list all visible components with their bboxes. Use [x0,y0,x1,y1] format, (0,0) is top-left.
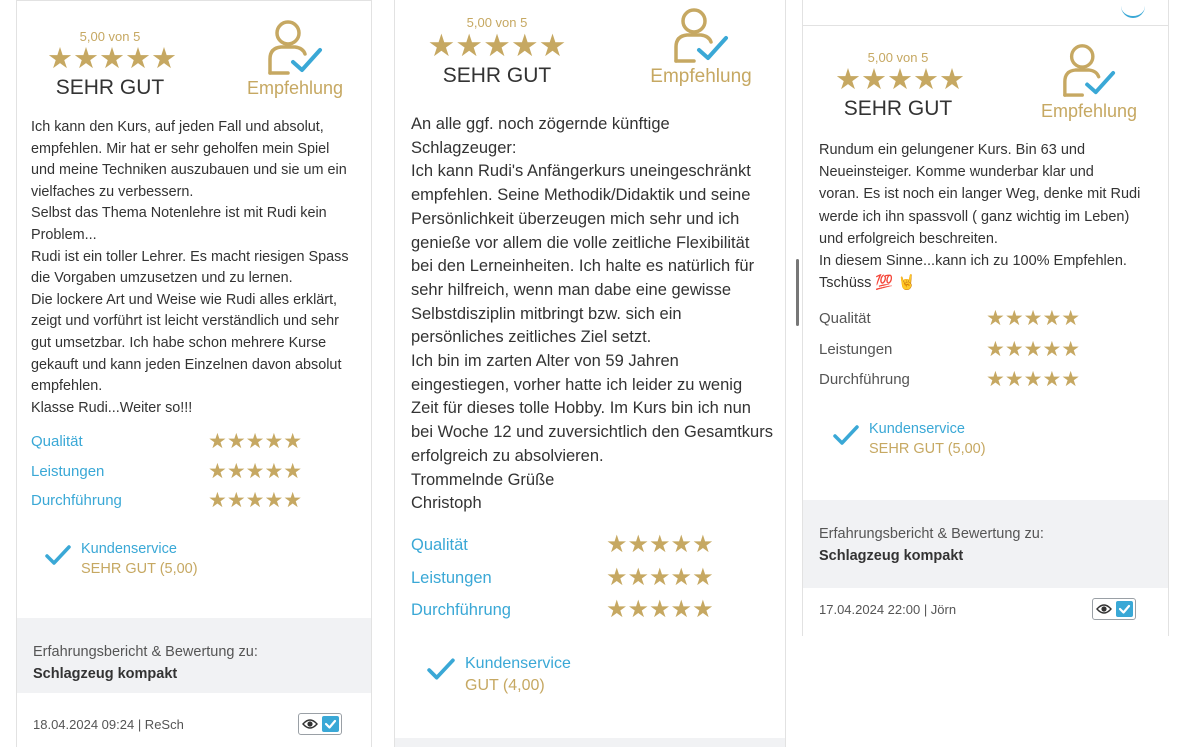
service-value: SEHR GUT (5,00) [869,441,986,457]
rating-label: SEHR GUT [442,64,552,87]
overall-rating: 5,00 von 5 ★★★★★ SEHR GUT [427,15,567,89]
criteria-list: Qualität ★★★★★ Leistungen ★★★★★ Durchfüh… [31,431,361,520]
criteria-label: Qualität [411,536,468,554]
criteria-row-durchfuehrung: Durchführung ★★★★★ [819,369,1158,400]
review-card: 5,00 von 5 ★★★★★ SEHR GUT Empfehlung An … [394,0,786,747]
rating-label: SEHR GUT [843,97,953,120]
criteria-label: Durchführung [411,601,511,619]
recommend-label: Empfehlung [246,78,344,98]
review-text: An alle ggf. noch zögernde künftige Schl… [411,115,773,513]
criteria-row-durchfuehrung: Durchführung ★★★★★ [31,490,361,520]
divider [803,25,1168,26]
service-value: GUT (4,00) [465,677,545,694]
service-value: SEHR GUT (5,00) [81,561,198,577]
reviews-page: 5,00 von 5 ★★★★★ SEHR GUT Empfehlung Ich… [0,0,1200,747]
criteria-row-leistungen: Leistungen ★★★★★ [411,563,775,599]
criteria-stars: ★★★★★ [208,430,303,453]
review-text: Ich kann den Kurs, auf jeden Fall und ab… [31,119,349,416]
eye-icon[interactable] [302,718,318,730]
criteria-label: Leistungen [31,462,105,480]
recommendation: Empfehlung [1039,40,1139,122]
recommend-user-check-icon [1063,44,1116,97]
criteria-row-durchfuehrung: Durchführung ★★★★★ [411,598,775,631]
review-actions[interactable] [1092,598,1136,620]
recommend-label: Empfehlung [650,66,752,87]
service-label: Kundenservice [81,541,177,557]
criteria-stars: ★★★★★ [986,368,1081,391]
rating-label: SEHR GUT [55,76,165,99]
rating-stars: ★★★★★ [835,64,965,96]
verified-check-icon[interactable] [322,716,339,732]
scrollbar-thumb[interactable] [796,259,799,326]
service-label: Kundenservice [869,421,965,437]
eye-icon[interactable] [1096,603,1112,615]
criteria-label: Durchführung [819,371,910,388]
review-card: 5,00 von 5 ★★★★★ SEHR GUT Empfehlung Ich… [16,0,372,747]
product-info: Erfahrungsbericht & Bewertung zu: Schlag… [17,618,371,693]
criteria-label: Leistungen [819,340,893,358]
product-name[interactable]: Schlagzeug kompakt [33,664,177,684]
review-text: Rundum ein gelungener Kurs. Bin 63 und N… [819,142,1141,292]
criteria-row-qualitaet: Qualität ★★★★★ [819,308,1158,339]
criteria-stars: ★★★★★ [606,531,714,558]
customer-service-rating: Kundenservice SEHR GUT (5,00) [833,420,1073,464]
criteria-row-qualitaet: Qualität ★★★★★ [31,431,361,461]
criteria-label: Qualität [31,433,83,450]
service-label: Kundenservice [465,655,571,672]
criteria-row-leistungen: Leistungen ★★★★★ [31,459,361,491]
check-icon [45,545,71,565]
recommend-label: Empfehlung [1040,101,1138,121]
customer-service-rating: Kundenservice GUT (4,00) [427,653,687,699]
criteria-stars: ★★★★★ [208,489,303,512]
recommend-user-check-icon [674,8,728,63]
rating-stars: ★★★★★ [47,43,177,75]
criteria-row-qualitaet: Qualität ★★★★★ [411,533,775,566]
criteria-stars: ★★★★★ [986,337,1081,361]
product-info [395,738,785,747]
criteria-row-leistungen: Leistungen ★★★★★ [819,337,1158,370]
review-meta: 18.04.2024 09:24 | ReSch [33,717,184,732]
recommendation: Empfehlung [649,4,753,88]
criteria-stars: ★★★★★ [986,307,1081,330]
customer-service-rating: Kundenservice SEHR GUT (5,00) [45,540,285,584]
product-intro: Erfahrungsbericht & Bewertung zu: [33,644,258,660]
check-icon [833,425,859,445]
check-icon [427,658,455,680]
criteria-label: Qualität [819,310,871,327]
criteria-stars: ★★★★★ [606,596,714,623]
recommend-user-check-icon [268,20,322,75]
verified-check-icon[interactable] [1116,601,1133,617]
criteria-stars: ★★★★★ [208,459,303,483]
top-edge-decoration [1121,0,1145,18]
criteria-list: Qualität ★★★★★ Leistungen ★★★★★ Durchfüh… [819,308,1158,400]
criteria-stars: ★★★★★ [606,563,714,591]
product-info: Erfahrungsbericht & Bewertung zu: Schlag… [803,500,1168,588]
product-name[interactable]: Schlagzeug kompakt [819,546,963,566]
review-card: 5,00 von 5 ★★★★★ SEHR GUT Empfehlung Run… [802,0,1169,636]
overall-rating: 5,00 von 5 ★★★★★ SEHR GUT [47,29,177,101]
recommendation: Empfehlung [245,17,345,99]
criteria-label: Durchführung [31,492,122,509]
criteria-list: Qualität ★★★★★ Leistungen ★★★★★ Durchfüh… [411,533,775,631]
review-meta: 17.04.2024 22:00 | Jörn [819,602,957,617]
overall-rating: 5,00 von 5 ★★★★★ SEHR GUT [835,50,965,122]
product-intro: Erfahrungsbericht & Bewertung zu: [819,526,1044,542]
criteria-label: Leistungen [411,568,492,587]
review-actions[interactable] [298,713,342,735]
rating-stars: ★★★★★ [427,28,567,63]
